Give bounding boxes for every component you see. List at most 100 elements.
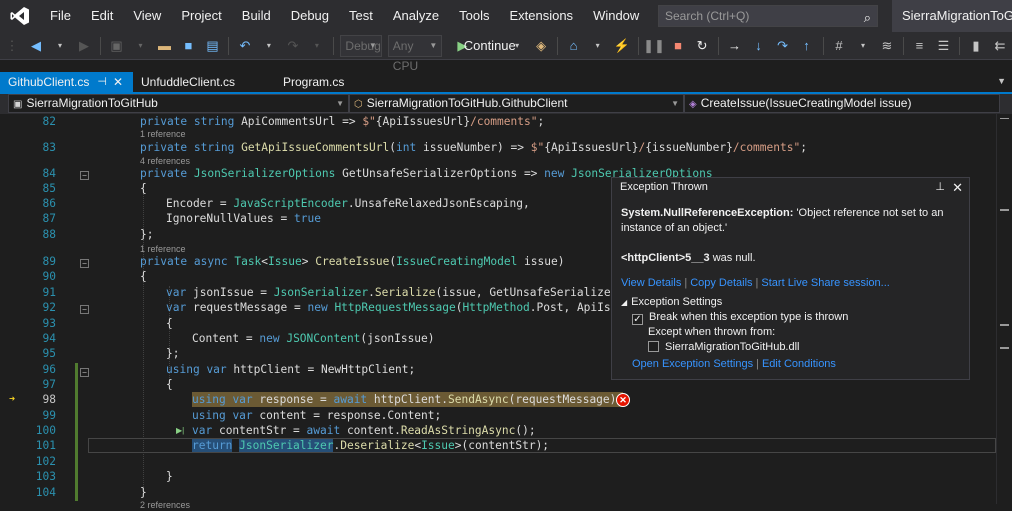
toolbar-grip-icon: ⋮	[1, 35, 23, 57]
vertical-scrollbar[interactable]	[996, 114, 1012, 504]
execution-pointer-icon[interactable]: ➜	[9, 395, 21, 405]
undo-dropdown-icon[interactable]: ▾	[258, 35, 280, 57]
pause-icon[interactable]: ❚❚	[643, 35, 665, 57]
menu-edit[interactable]: Edit	[81, 0, 123, 32]
new-project-dropdown-icon[interactable]: ▾	[129, 35, 151, 57]
continue-dropdown-icon[interactable]: ▾	[506, 35, 528, 57]
bookmark-nav-icon[interactable]: ⇇	[989, 35, 1011, 57]
app-insights-dropdown-icon[interactable]: ▾	[587, 35, 609, 57]
project-nav-select[interactable]: ▣SierraMigrationToGitHub▼	[8, 94, 349, 113]
line-number: 100	[24, 423, 56, 438]
class-nav-select[interactable]: ⬡SierraMigrationToGitHub.GithubClient▼	[349, 94, 684, 113]
menu-analyze[interactable]: Analyze	[383, 0, 449, 32]
tab-program[interactable]: Program.cs	[275, 72, 375, 92]
error-icon[interactable]: ✕	[616, 393, 630, 407]
code-text: using var content = response.Content;	[192, 408, 441, 423]
menu-project[interactable]: Project	[171, 0, 231, 32]
save-icon[interactable]: ■	[177, 35, 199, 57]
undo-icon[interactable]: ↶	[234, 35, 256, 57]
menu-build[interactable]: Build	[232, 0, 281, 32]
solution-config-select[interactable]: Debug▼	[340, 35, 381, 57]
line-number: 90	[24, 269, 56, 284]
forward-icon[interactable]: ▶	[73, 35, 95, 57]
app-insights-icon[interactable]: ⌂	[563, 35, 585, 57]
exception-popup-title: Exception Thrown	[620, 181, 708, 193]
step-into-icon[interactable]: ↓	[748, 35, 770, 57]
redo-dropdown-icon[interactable]: ▾	[306, 35, 328, 57]
open-exception-settings-link[interactable]: Open Exception Settings	[632, 358, 753, 370]
break-when-thrown-checkbox[interactable]: ✓Break when this exception type is throw…	[632, 310, 848, 325]
line-number: 96	[24, 362, 56, 377]
line-number: 92	[24, 300, 56, 315]
uncomment-icon[interactable]: ☰	[932, 35, 954, 57]
copy-details-link[interactable]: Copy Details	[690, 277, 752, 289]
codelens-references[interactable]: 1 reference	[140, 129, 186, 140]
pin-icon[interactable]: ⊥	[935, 178, 945, 197]
open-folder-icon[interactable]: ▬	[153, 35, 175, 57]
new-project-icon[interactable]: ▣	[105, 35, 127, 57]
show-next-statement-icon[interactable]: →	[724, 35, 746, 57]
member-nav-value: CreateIssue(IssueCreatingModel issue)	[701, 96, 912, 110]
search-input[interactable]: Search (Ctrl+Q) ⌕	[658, 5, 878, 27]
checkbox-unchecked-icon[interactable]	[648, 341, 659, 352]
menu-extensions[interactable]: Extensions	[499, 0, 583, 32]
view-details-link[interactable]: View Details	[621, 277, 681, 289]
dll-exception-checkbox[interactable]: SierraMigrationToGitHub.dll	[648, 340, 800, 355]
restart-icon[interactable]: ↻	[691, 35, 713, 57]
hex-display-icon[interactable]: #	[828, 35, 850, 57]
chevron-down-icon: ▼	[369, 36, 377, 56]
line-number: 83	[24, 140, 56, 155]
thread-icon[interactable]: ≋	[876, 35, 898, 57]
step-out-icon[interactable]: ↑	[796, 35, 818, 57]
code-text: private string ApiCommentsUrl => $"{ApiI…	[140, 114, 544, 129]
checkbox-checked-icon[interactable]: ✓	[632, 314, 643, 325]
code-editor[interactable]: 1 reference 4 references 1 reference 2 r…	[0, 114, 1012, 504]
line-number: 94	[24, 331, 56, 346]
exception-settings-links: Open Exception Settings|Edit Conditions	[632, 357, 836, 372]
step-over-icon[interactable]: ↷	[772, 35, 794, 57]
line-number: 82	[24, 114, 56, 129]
splitter-icon[interactable]	[1000, 118, 1009, 124]
menu-debug[interactable]: Debug	[281, 0, 339, 32]
save-all-icon[interactable]: ▤	[201, 35, 223, 57]
collapse-triangle-icon[interactable]: ◢	[621, 298, 627, 307]
pin-icon[interactable]: ⊣	[97, 72, 107, 92]
code-text: IgnoreNullValues = true	[166, 211, 321, 226]
menu-tools[interactable]: Tools	[449, 0, 499, 32]
line-number: 99	[24, 408, 56, 423]
tab-unfuddleclient[interactable]: UnfuddleClient.cs	[133, 72, 275, 92]
back-icon[interactable]: ◀	[25, 35, 47, 57]
menu-test[interactable]: Test	[339, 0, 383, 32]
menu-file[interactable]: File	[40, 0, 81, 32]
redo-icon[interactable]: ↷	[282, 35, 304, 57]
visual-studio-logo-icon	[0, 0, 40, 32]
null-variable-suffix: was null.	[710, 252, 756, 264]
hot-reload-icon[interactable]: ⚡	[611, 35, 633, 57]
run-to-cursor-icon[interactable]: ▶|	[176, 426, 184, 435]
standard-toolbar: ⋮ ◀ ▾ ▶ ▣ ▾ ▬ ■ ▤ ↶ ▾ ↷ ▾ Debug▼ Any CPU…	[0, 32, 1012, 60]
project-nav-value: SierraMigrationToGitHub	[26, 96, 157, 110]
bookmark-icon[interactable]: ▮	[965, 35, 987, 57]
member-nav-select[interactable]: ◈CreateIssue(IssueCreatingModel issue)	[684, 94, 1000, 113]
code-text: }	[140, 485, 147, 500]
live-share-link[interactable]: Start Live Share session...	[761, 277, 889, 289]
menu-window[interactable]: Window	[583, 0, 649, 32]
edit-conditions-link[interactable]: Edit Conditions	[762, 358, 836, 370]
platform-select[interactable]: Any CPU▼	[388, 35, 443, 57]
tab-list-dropdown-icon[interactable]: ▼	[997, 76, 1006, 86]
scroll-marker	[1000, 209, 1009, 211]
close-icon[interactable]: ✕	[113, 72, 123, 92]
tab-githubclient[interactable]: GithubClient.cs ⊣ ✕	[0, 72, 133, 92]
codelens-references[interactable]: 2 references	[140, 500, 190, 511]
comment-icon[interactable]: ≡	[908, 35, 930, 57]
continue-button[interactable]: Continue	[475, 35, 504, 57]
code-line: 99 using var content = response.Content;	[0, 408, 1000, 423]
back-dropdown-icon[interactable]: ▾	[49, 35, 71, 57]
stop-icon[interactable]: ■	[667, 35, 689, 57]
menu-view[interactable]: View	[123, 0, 171, 32]
hex-dropdown-icon[interactable]: ▾	[852, 35, 874, 57]
attach-icon[interactable]: ◈	[530, 35, 552, 57]
exception-settings-section[interactable]: ◢Exception Settings	[621, 295, 722, 310]
code-text: return JsonSerializer.Deserialize<Issue>…	[192, 438, 549, 453]
close-icon[interactable]: ✕	[952, 178, 963, 197]
